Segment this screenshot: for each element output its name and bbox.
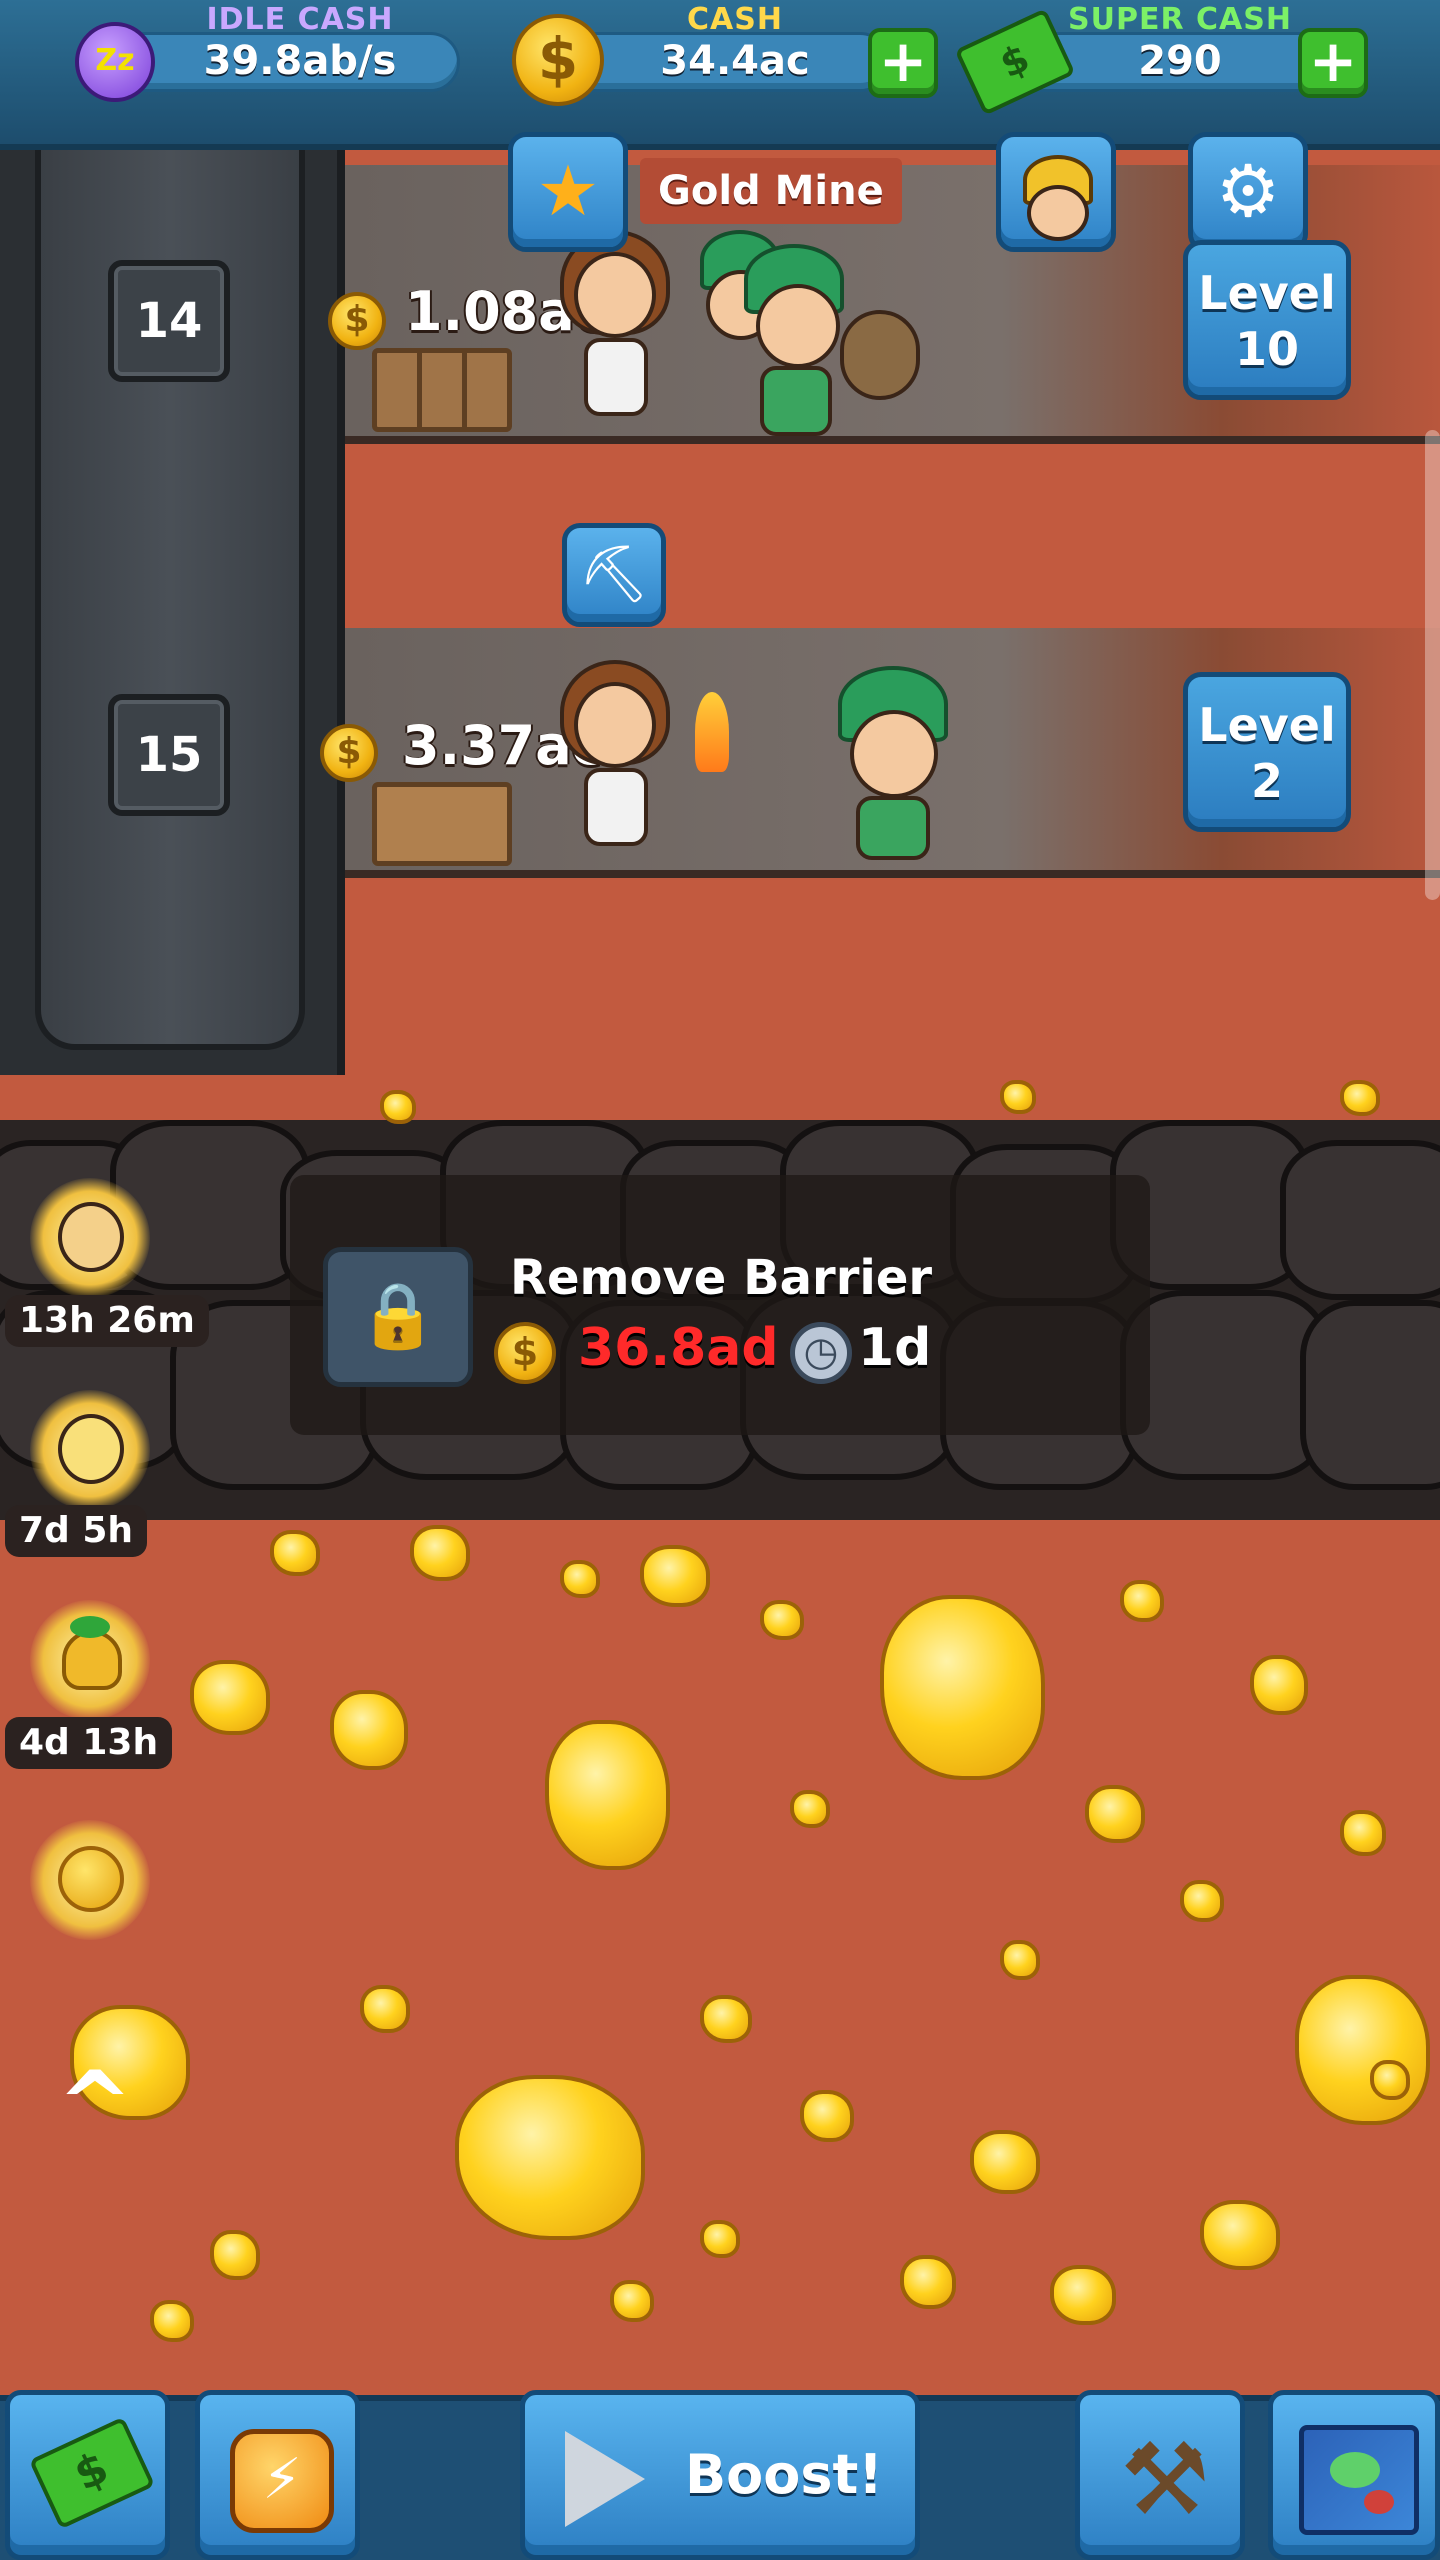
manager-icon[interactable] bbox=[996, 132, 1116, 252]
boost-timer-1: 13h 26m bbox=[5, 1295, 209, 1347]
barrier-cost: 36.8ad bbox=[578, 1318, 779, 1378]
level-value: 2 bbox=[1250, 754, 1283, 808]
coin-icon: $ bbox=[320, 724, 378, 782]
coin-icon: $ bbox=[512, 14, 604, 106]
level-value: 10 bbox=[1234, 322, 1299, 376]
star-icon[interactable]: ★ bbox=[508, 132, 628, 252]
lightning-icon: ⚡ bbox=[230, 2429, 334, 2533]
cash-stack-icon: $ bbox=[28, 2416, 156, 2530]
mine-upgrades-button[interactable]: ⚒ bbox=[1075, 2390, 1245, 2560]
gear-icon[interactable]: ⚙ bbox=[1188, 132, 1308, 252]
researcher-boost-icon[interactable] bbox=[30, 1390, 150, 1510]
miner-character[interactable] bbox=[830, 666, 1000, 866]
crate-14 bbox=[372, 348, 512, 432]
scrollbar[interactable] bbox=[1425, 430, 1440, 900]
map-button[interactable] bbox=[1268, 2390, 1440, 2560]
level-label: Level bbox=[1198, 266, 1336, 320]
barrier-time: 1d bbox=[858, 1318, 932, 1378]
shop-button[interactable]: $ bbox=[5, 2390, 170, 2560]
transporter-character[interactable] bbox=[560, 660, 680, 870]
boost-timer-2: 7d 5h bbox=[5, 1505, 148, 1557]
floor-number-14[interactable]: 14 bbox=[108, 260, 230, 382]
map-icon bbox=[1299, 2425, 1419, 2535]
bell-event-icon[interactable] bbox=[30, 1600, 150, 1720]
idle-cash-value: 39.8ab/s bbox=[203, 38, 397, 84]
floor-number-15[interactable]: 15 bbox=[108, 694, 230, 816]
coin-icon: $ bbox=[328, 292, 386, 350]
lock-icon[interactable]: 🔒 bbox=[323, 1247, 473, 1387]
miner-characters[interactable] bbox=[700, 230, 920, 440]
buy-cash-button[interactable]: + bbox=[868, 28, 938, 98]
super-cash-value: 290 bbox=[1138, 38, 1222, 84]
floor-ground-15 bbox=[345, 870, 1440, 878]
buy-super-cash-button[interactable]: + bbox=[1298, 28, 1368, 98]
boost-shop-button[interactable]: ⚡ bbox=[195, 2390, 360, 2560]
golden-manager-icon[interactable] bbox=[30, 1820, 150, 1940]
torch-icon bbox=[695, 692, 729, 772]
super-cash-label: SUPER CASH bbox=[1068, 2, 1292, 37]
coin-icon: $ bbox=[494, 1322, 556, 1384]
boost-button[interactable]: Boost! bbox=[520, 2390, 920, 2560]
floor-15-level-button[interactable]: Level 2 bbox=[1183, 672, 1351, 832]
level-label: Level bbox=[1198, 698, 1336, 752]
barrier-title: Remove Barrier bbox=[510, 1250, 933, 1306]
play-icon bbox=[565, 2431, 645, 2527]
transporter-character[interactable] bbox=[560, 230, 680, 440]
boost-label: Boost! bbox=[685, 2443, 883, 2506]
clock-icon: ◷ bbox=[790, 1322, 852, 1384]
idle-cash-label: IDLE CASH bbox=[206, 2, 394, 37]
manager-boost-icon[interactable] bbox=[30, 1178, 150, 1298]
chevron-up-icon[interactable]: ^ bbox=[50, 2060, 140, 2150]
cash-label: CASH bbox=[687, 2, 783, 37]
crate-15 bbox=[372, 782, 512, 866]
pickaxe-icon: ⚒ bbox=[1120, 2421, 1210, 2538]
pickaxe-icon[interactable]: ⛏ bbox=[562, 523, 666, 627]
zzz-icon: Zz bbox=[75, 22, 155, 102]
floor-14-level-button[interactable]: Level 10 bbox=[1183, 240, 1351, 400]
boost-timer-3: 4d 13h bbox=[5, 1717, 173, 1769]
cash-value: 34.4ac bbox=[660, 38, 810, 84]
mine-name: Gold Mine bbox=[640, 158, 902, 224]
